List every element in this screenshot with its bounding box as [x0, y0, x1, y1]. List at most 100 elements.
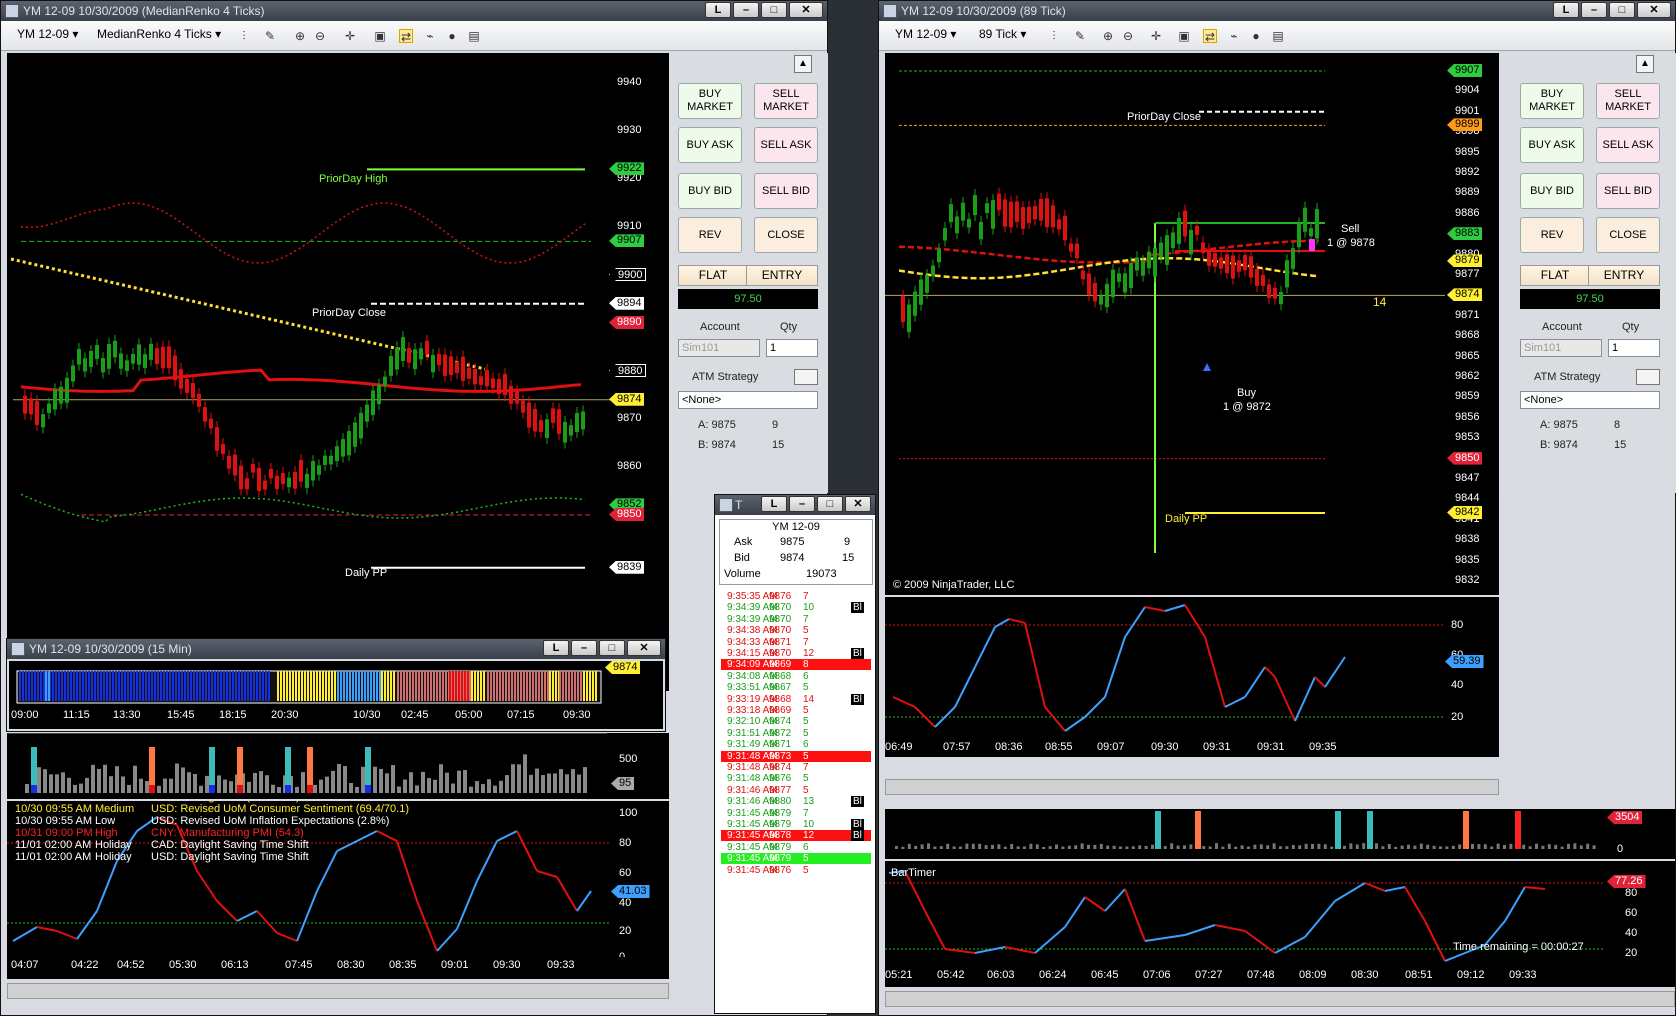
buy-ask-button[interactable]: BUY ASK: [1520, 127, 1584, 163]
strategies-icon[interactable]: ●: [1249, 29, 1263, 43]
buy-bid-button[interactable]: BUY BID: [1520, 173, 1584, 209]
horizontal-scrollbar[interactable]: [885, 991, 1675, 1007]
link-button[interactable]: L: [1553, 2, 1579, 18]
ts-trade-row[interactable]: 9:31:45 AM 9879 7: [721, 808, 871, 819]
qty-input[interactable]: 1: [1608, 339, 1660, 357]
drawing-tool-icon[interactable]: ✎: [263, 29, 277, 43]
zoom-out-icon[interactable]: ⊖: [1121, 29, 1135, 43]
drawing-tool-icon[interactable]: ✎: [1073, 29, 1087, 43]
link-button[interactable]: L: [761, 496, 787, 512]
ts-trade-row[interactable]: 9:31:45 AM 9879 6: [721, 842, 871, 853]
ts-trade-row[interactable]: 9:31:45 AM 9879 5: [721, 853, 871, 865]
maximize-button[interactable]: □: [761, 2, 787, 18]
ts-trade-row[interactable]: 9:34:15 AM 9870 12 Bl: [721, 648, 871, 659]
bar-style-icon[interactable]: ⫶: [1047, 29, 1061, 43]
close-window-button[interactable]: ✕: [845, 496, 871, 512]
window-title-bar[interactable]: YM 12-09 10/30/2009 (MedianRenko 4 Ticks…: [1, 1, 827, 21]
ts-trade-row[interactable]: 9:31:48 AM 9874 7: [721, 762, 871, 773]
data-box-icon[interactable]: ▤: [467, 29, 481, 43]
ts-trade-row[interactable]: 9:34:08 AM 9868 6: [721, 671, 871, 682]
ts-trade-row[interactable]: 9:31:49 AM 9871 6: [721, 739, 871, 750]
ts-trade-row[interactable]: 9:34:33 AM 9871 7: [721, 637, 871, 648]
close-window-button[interactable]: ✕: [627, 640, 661, 656]
sell-market-button[interactable]: SELL MARKET: [754, 83, 818, 119]
ts-trade-row[interactable]: 9:33:18 AM 9869 5: [721, 705, 871, 716]
chart-trader-icon[interactable]: ⇄: [399, 29, 413, 44]
minimize-button[interactable]: –: [733, 2, 759, 18]
minimize-button[interactable]: –: [789, 496, 815, 512]
window-title-bar[interactable]: YM 12-09 10/30/2009 (89 Tick) L – □ ✕: [879, 1, 1675, 21]
ts-trade-row[interactable]: 9:32:10 AM 9874 5: [721, 716, 871, 727]
link-button[interactable]: L: [705, 2, 731, 18]
ts-trade-row[interactable]: 9:31:46 AM 9880 13 Bl: [721, 796, 871, 808]
sell-bid-button[interactable]: SELL BID: [754, 173, 818, 209]
close-window-button[interactable]: ✕: [789, 2, 823, 18]
properties-icon[interactable]: ▣: [1177, 29, 1191, 43]
maximize-button[interactable]: □: [1609, 2, 1635, 18]
price-chart-panel[interactable]: 9940993099209910990098809870986099229907…: [7, 53, 669, 691]
data-box-icon[interactable]: ▤: [1271, 29, 1285, 43]
buy-bid-button[interactable]: BUY BID: [678, 173, 742, 209]
crosshair-icon[interactable]: ✛: [343, 29, 357, 43]
panel-collapse-icon[interactable]: ▲: [794, 55, 812, 73]
ts-trade-row[interactable]: 9:31:51 AM 9872 5: [721, 728, 871, 739]
account-select[interactable]: Sim101: [1520, 339, 1602, 357]
rev-button[interactable]: REV: [1520, 217, 1584, 253]
bar-type-selector[interactable]: MedianRenko 4 Ticks ▾: [97, 27, 221, 41]
bar-style-icon[interactable]: ⫶: [237, 29, 251, 43]
crosshair-icon[interactable]: ✛: [1149, 29, 1163, 43]
ts-trade-row[interactable]: 9:33:51 AM 9867 5: [721, 682, 871, 693]
link-button[interactable]: L: [543, 640, 569, 656]
maximize-button[interactable]: □: [817, 496, 843, 512]
close-button[interactable]: CLOSE: [1596, 217, 1660, 253]
ts-trade-list[interactable]: 9:35:35 AM 9876 7 9:34:39 AM 9870 10 Bl 9:34:39…: [719, 591, 873, 891]
rev-button[interactable]: REV: [678, 217, 742, 253]
overview-chart[interactable]: 9874 09:00 11:15 13:30 15:45 18:15 20:30 10/30…: [9, 661, 663, 729]
ts-trade-row[interactable]: 9:34:39 AM 9870 7: [721, 614, 871, 625]
ts-trade-row[interactable]: 9:34:09 AM 9869 8: [721, 659, 871, 671]
sell-ask-button[interactable]: SELL ASK: [1596, 127, 1660, 163]
ts-trade-row[interactable]: 9:34:39 AM 9870 10 Bl: [721, 602, 871, 614]
zoom-in-icon[interactable]: ⊕: [293, 29, 307, 43]
instrument-selector[interactable]: YM 12-09 ▾: [17, 27, 78, 41]
properties-icon[interactable]: ▣: [373, 29, 387, 43]
buy-market-button[interactable]: BUY MARKET: [678, 83, 742, 119]
minimize-button[interactable]: –: [1581, 2, 1607, 18]
panel-collapse-icon[interactable]: ▲: [1636, 55, 1654, 73]
ts-trade-row[interactable]: 9:31:45 AM 9879 10 Bl: [721, 819, 871, 830]
ts-trade-row[interactable]: 9:31:46 AM 9877 5: [721, 785, 871, 796]
sell-ask-button[interactable]: SELL ASK: [754, 127, 818, 163]
horizontal-scrollbar[interactable]: [885, 779, 1499, 795]
overview-title-bar[interactable]: YM 12-09 10/30/2009 (15 Min) L – □ ✕: [7, 639, 665, 659]
atm-edit-button[interactable]: [794, 369, 818, 385]
ts-trade-row[interactable]: 9:33:19 AM 9868 14 Bl: [721, 693, 871, 705]
indicators-icon[interactable]: ⌁: [1227, 29, 1241, 43]
ts-trade-row[interactable]: 9:31:45 AM 9876 5: [721, 865, 871, 876]
close-button[interactable]: CLOSE: [754, 217, 818, 253]
account-select[interactable]: Sim101: [678, 339, 760, 357]
qty-input[interactable]: 1: [766, 339, 818, 357]
instrument-selector[interactable]: YM 12-09 ▾: [895, 27, 956, 41]
atm-strategy-select[interactable]: <None>: [678, 391, 818, 409]
zoom-out-icon[interactable]: ⊖: [313, 29, 327, 43]
atm-strategy-select[interactable]: <None>: [1520, 391, 1660, 409]
indicators-icon[interactable]: ⌁: [423, 29, 437, 43]
ts-title-bar[interactable]: T L – □ ✕: [715, 495, 875, 515]
ts-trade-row[interactable]: 9:34:38 AM 9870 5: [721, 625, 871, 636]
buy-market-button[interactable]: BUY MARKET: [1520, 83, 1584, 119]
strategies-icon[interactable]: ●: [445, 29, 459, 43]
ts-trade-row[interactable]: 9:31:45 AM 9878 12 Bl: [721, 830, 871, 842]
bar-type-selector[interactable]: 89 Tick ▾: [979, 27, 1026, 41]
maximize-button[interactable]: □: [599, 640, 625, 656]
ts-trade-row[interactable]: 9:35:35 AM 9876 7: [721, 591, 871, 602]
ts-trade-row[interactable]: 9:31:48 AM 9876 5: [721, 773, 871, 784]
price-chart-panel[interactable]: 9904990198989895989298899886988098779871…: [885, 53, 1499, 595]
atm-edit-button[interactable]: [1636, 369, 1660, 385]
buy-ask-button[interactable]: BUY ASK: [678, 127, 742, 163]
horizontal-scrollbar[interactable]: [7, 983, 669, 999]
sell-bid-button[interactable]: SELL BID: [1596, 173, 1660, 209]
ts-trade-row[interactable]: 9:31:48 AM 9873 5: [721, 750, 871, 762]
minimize-button[interactable]: –: [571, 640, 597, 656]
chart-trader-icon[interactable]: ⇄: [1203, 29, 1217, 44]
close-window-button[interactable]: ✕: [1637, 2, 1671, 18]
